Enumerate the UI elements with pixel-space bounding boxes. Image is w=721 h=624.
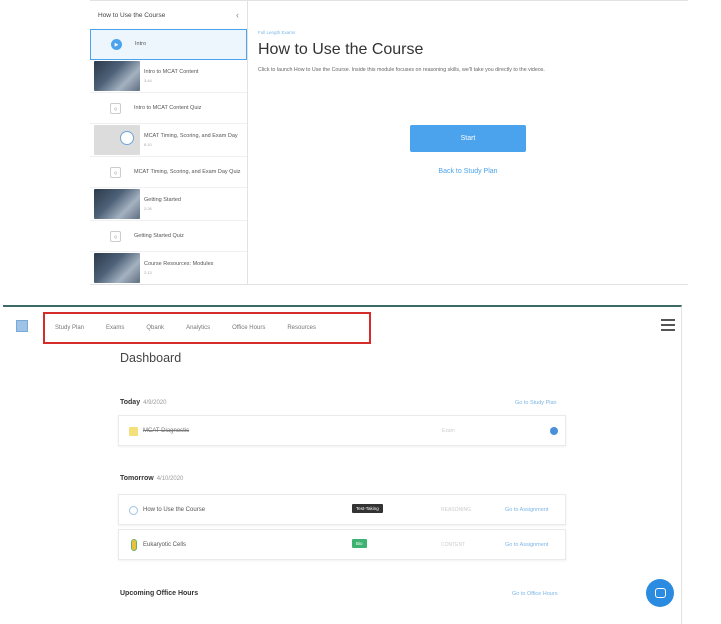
subject-badge: Bio	[352, 539, 367, 548]
lesson-title: Intro to MCAT Content	[144, 69, 199, 75]
sidebar-lesson-item[interactable]: ▶ Intro	[90, 29, 247, 60]
nav-study-plan[interactable]: Study Plan	[55, 325, 84, 331]
course-main-pane: Full Length Exams How to Use the Course …	[248, 1, 688, 284]
lesson-duration: 3:44	[144, 78, 152, 83]
main-nav: Study Plan Exams Qbank Analytics Office …	[43, 312, 371, 344]
sidebar-lesson-item[interactable]: Intro to MCAT Content 3:44	[90, 60, 247, 93]
diagram-thumbnail	[94, 125, 140, 155]
cell-icon	[131, 539, 137, 551]
go-to-assignment-link[interactable]: Go to Assignment	[505, 507, 548, 513]
nav-exams[interactable]: Exams	[106, 325, 124, 331]
lesson-title: Intro	[135, 41, 147, 47]
assignment-card[interactable]: Eukaryotic Cells Bio CONTENT Go to Assig…	[118, 529, 566, 560]
course-icon	[129, 506, 138, 515]
breadcrumb[interactable]: Full Length Exams	[258, 30, 295, 35]
video-thumbnail	[94, 61, 140, 91]
assignment-card[interactable]: How to Use the Course Test-Taking REASON…	[118, 494, 566, 525]
course-sidebar: How to Use the Course ‹ ▶ Intro Intro to M…	[90, 1, 248, 284]
quiz-icon: Q	[110, 166, 121, 178]
sidebar-list: ▶ Intro Intro to MCAT Content 3:44 Q Intro to…	[90, 29, 247, 284]
lesson-title: Getting Started Quiz	[134, 232, 184, 239]
lesson-title: Intro to MCAT Content Quiz	[134, 104, 202, 111]
task-card[interactable]: MCAT Diagnostic Exam	[118, 415, 566, 446]
completed-check-icon[interactable]	[550, 427, 558, 435]
hamburger-menu-icon[interactable]	[661, 319, 675, 331]
lesson-title: Course Resources: Modules	[144, 261, 214, 267]
sidebar-header: How to Use the Course ‹	[90, 1, 247, 29]
go-to-assignment-link[interactable]: Go to Assignment	[505, 542, 548, 548]
page-description: Click to launch How to Use the Course. I…	[258, 67, 545, 73]
nav-qbank[interactable]: Qbank	[146, 325, 164, 331]
lesson-text: MCAT Timing, Scoring, and Exam Day Quiz	[134, 169, 240, 176]
sidebar-lesson-item[interactable]: Getting Started 2:26	[90, 188, 247, 221]
lesson-text: Getting Started 2:26	[144, 197, 181, 211]
go-to-office-hours-link[interactable]: Go to Office Hours	[512, 591, 557, 597]
today-label: Today	[120, 399, 141, 406]
sidebar-lesson-item[interactable]: Q Intro to MCAT Content Quiz	[90, 93, 247, 124]
lesson-text: Intro to MCAT Content Quiz	[134, 105, 201, 112]
nav-office-hours[interactable]: Office Hours	[232, 325, 265, 331]
quiz-icon: Q	[110, 230, 121, 242]
assignment-category: REASONING	[441, 507, 472, 513]
task-name: MCAT Diagnostic	[143, 428, 190, 434]
dashboard-window: Study Plan Exams Qbank Analytics Office …	[3, 305, 682, 624]
task-type: Exam	[442, 428, 455, 434]
start-button[interactable]: Start	[410, 125, 526, 152]
lesson-duration: 6:10	[144, 142, 152, 147]
today-date: 4/9/2020	[143, 400, 167, 406]
chevron-left-icon[interactable]: ‹	[236, 10, 239, 20]
logo-icon[interactable]	[16, 320, 28, 332]
assignment-name: Eukaryotic Cells	[143, 542, 187, 548]
quiz-icon: Q	[110, 102, 121, 114]
video-thumbnail	[94, 189, 140, 219]
play-circle-icon: ▶	[111, 39, 122, 50]
assignment-name: How to Use the Course	[143, 507, 206, 513]
video-thumbnail	[94, 253, 140, 283]
sidebar-lesson-item[interactable]: Course Resources: Modules 2:13	[90, 252, 247, 284]
chat-button[interactable]	[646, 579, 674, 607]
lesson-title: MCAT Timing, Scoring, and Exam Day	[144, 133, 238, 139]
office-hours-heading: Upcoming Office Hours	[120, 590, 199, 597]
dashboard-title: Dashboard	[120, 351, 182, 365]
lesson-duration: 2:26	[144, 206, 152, 211]
lesson-text: Course Resources: Modules 2:13	[144, 261, 213, 275]
subject-badge: Test-Taking	[352, 504, 383, 513]
lesson-text: Getting Started Quiz	[134, 233, 184, 240]
sidebar-lesson-item[interactable]: MCAT Timing, Scoring, and Exam Day 6:10	[90, 124, 247, 157]
lesson-title: Getting Started	[144, 197, 181, 203]
lesson-text: Intro	[135, 41, 146, 48]
sidebar-title: How to Use the Course	[98, 11, 166, 19]
course-player: How to Use the Course ‹ ▶ Intro Intro to M…	[90, 0, 688, 285]
tomorrow-date: 4/10/2020	[156, 476, 184, 482]
lesson-title: MCAT Timing, Scoring, and Exam Day Quiz	[134, 168, 241, 175]
today-heading: Today 4/9/2020	[120, 399, 166, 406]
lesson-duration: 2:13	[144, 270, 152, 275]
chat-icon	[654, 588, 666, 598]
assignment-category: CONTENT	[441, 542, 466, 548]
nav-analytics[interactable]: Analytics	[186, 325, 210, 331]
tomorrow-label: Tomorrow	[120, 475, 154, 482]
sidebar-lesson-item[interactable]: Q Getting Started Quiz	[90, 221, 247, 252]
tomorrow-heading: Tomorrow 4/10/2020	[120, 475, 183, 482]
exam-icon	[129, 427, 138, 436]
back-to-study-plan-link[interactable]: Back to Study Plan	[410, 168, 526, 175]
lesson-text: MCAT Timing, Scoring, and Exam Day 6:10	[144, 133, 238, 147]
lesson-text: Intro to MCAT Content 3:44	[144, 69, 199, 83]
sidebar-lesson-item[interactable]: Q MCAT Timing, Scoring, and Exam Day Quiz	[90, 157, 247, 188]
go-to-study-plan-link[interactable]: Go to Study Plan	[515, 400, 557, 406]
page-title: How to Use the Course	[258, 41, 424, 58]
nav-resources[interactable]: Resources	[287, 325, 316, 331]
